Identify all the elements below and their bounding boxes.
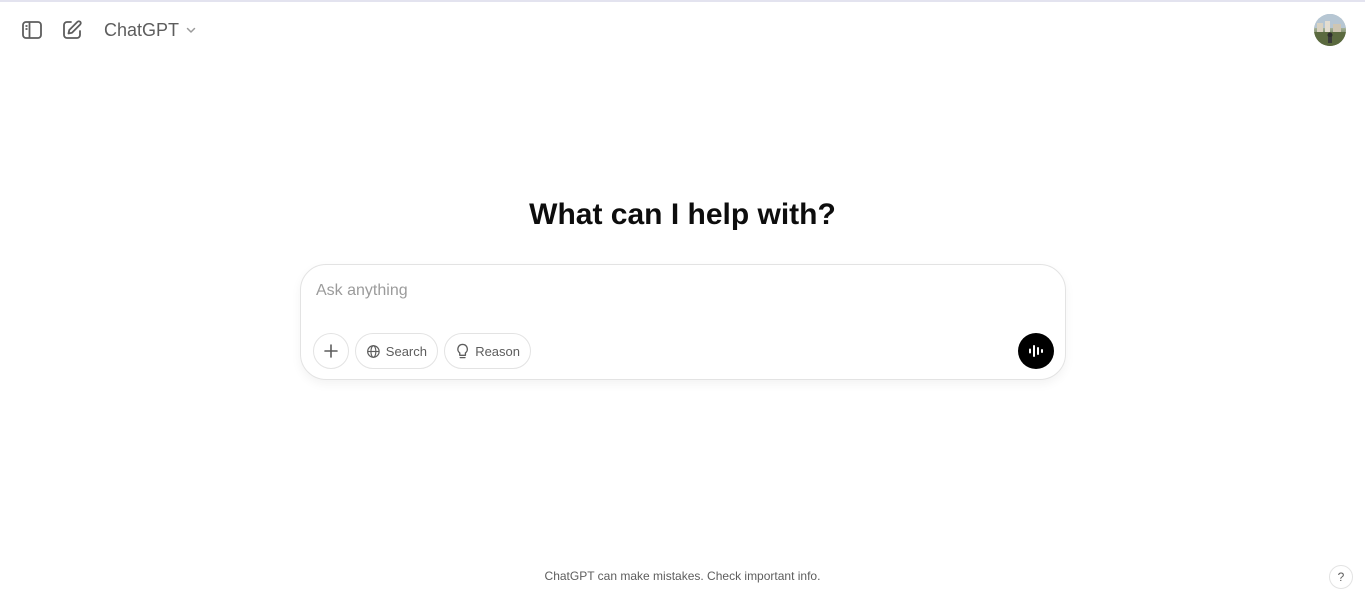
lightbulb-icon (457, 343, 468, 358)
help-button[interactable]: ? (1329, 565, 1353, 589)
sidebar-toggle-button[interactable] (14, 12, 50, 48)
attach-button[interactable] (313, 333, 349, 369)
voice-mode-button[interactable] (1018, 333, 1054, 369)
sidebar-toggle-icon (22, 21, 42, 39)
avatar-image (1314, 14, 1346, 46)
prompt-composer: Search Reason (300, 264, 1066, 380)
globe-icon (367, 344, 380, 358)
model-name: ChatGPT (104, 19, 180, 40)
prompt-input[interactable] (316, 277, 996, 305)
voice-mode-icon (1029, 345, 1043, 357)
search-label: Search (385, 343, 427, 359)
model-switcher[interactable]: ChatGPT (96, 14, 205, 46)
header: ChatGPT (0, 2, 1365, 58)
new-chat-icon (63, 20, 82, 39)
search-button[interactable]: Search (355, 333, 438, 369)
page-title: What can I help with? (529, 198, 836, 231)
new-chat-button[interactable] (54, 12, 90, 48)
user-avatar[interactable] (1314, 14, 1346, 46)
disclaimer-text: ChatGPT can make mistakes. Check importa… (544, 569, 821, 583)
reason-button[interactable]: Reason (444, 333, 531, 369)
chevron-down-icon (186, 27, 196, 33)
reason-label: Reason (475, 343, 520, 359)
plus-icon (324, 344, 338, 358)
